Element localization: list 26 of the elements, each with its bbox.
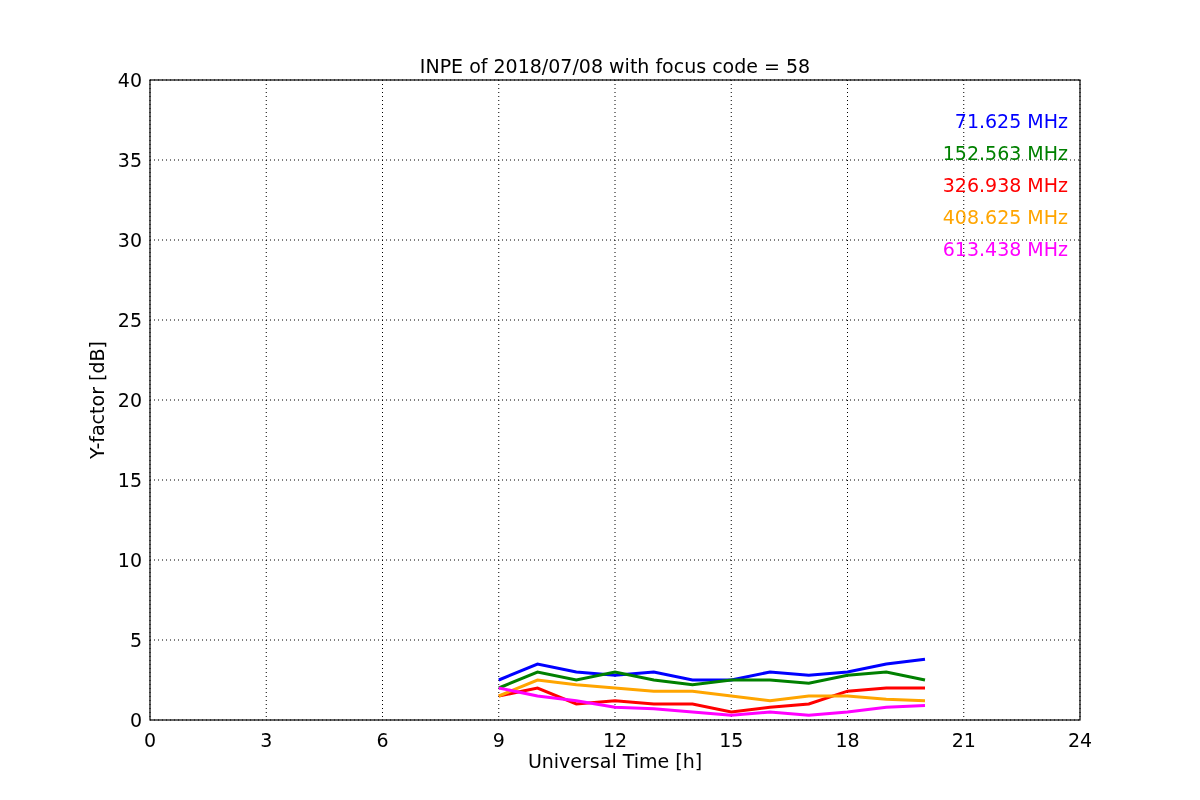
- tick-label: 5: [129, 629, 142, 651]
- tick-label: 9: [492, 729, 505, 751]
- axis-label: Universal Time [h]: [527, 750, 703, 772]
- tick-label: 3: [260, 729, 273, 751]
- tick-label: 30: [117, 229, 142, 251]
- tick-label: 18: [835, 729, 860, 751]
- tick-label: 35: [117, 149, 142, 171]
- legend-label: 152.563 MHz: [942, 142, 1068, 164]
- legend-label: 326.938 MHz: [942, 174, 1068, 196]
- tick-label: 21: [951, 729, 976, 751]
- tick-label: 15: [719, 729, 744, 751]
- tick-label: 15: [117, 469, 142, 491]
- axis-label: Y-factor [dB]: [86, 341, 108, 459]
- legend-label: 613.438 MHz: [942, 238, 1068, 260]
- tick-label: 24: [1067, 729, 1093, 751]
- chart-title: INPE of 2018/07/08 with focus code = 58: [419, 55, 811, 77]
- tick-label: 25: [117, 309, 142, 331]
- tick-label: 6: [376, 729, 389, 751]
- tick-label: 10: [117, 549, 142, 571]
- legend-label: 71.625 MHz: [954, 110, 1068, 132]
- tick-label: 0: [129, 709, 142, 731]
- tick-label: 0: [143, 729, 157, 751]
- legend-label: 408.625 MHz: [942, 206, 1068, 228]
- tick-label: 20: [117, 389, 142, 411]
- tick-label: 40: [117, 69, 142, 91]
- tick-label: 12: [602, 729, 628, 751]
